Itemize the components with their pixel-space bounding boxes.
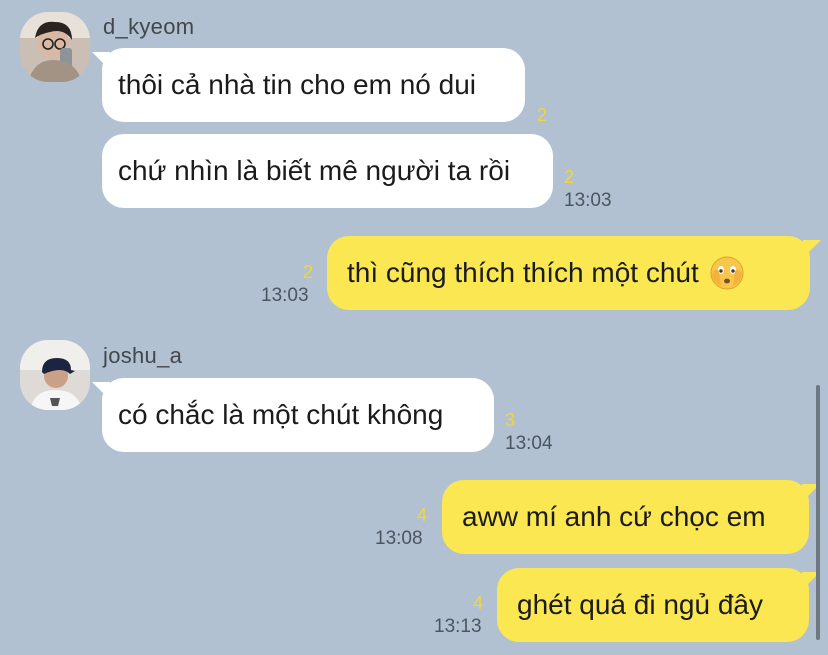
scrollbar[interactable] [816, 385, 820, 640]
shy-face-emoji [710, 256, 744, 290]
avatar-joshu-a[interactable] [20, 340, 90, 410]
message-bubble[interactable]: có chắc là một chút không [102, 378, 494, 452]
unread-count: 2 [303, 262, 314, 282]
message-text: chứ nhìn là biết mê người ta rồi [118, 155, 511, 186]
unread-count: 3 [505, 410, 516, 430]
message-text: aww mí anh cứ chọc em [462, 501, 766, 532]
message-bubble[interactable]: thôi cả nhà tin cho em nó dui [102, 48, 525, 122]
sender-name: d_kyeom [103, 14, 195, 39]
message-bubble[interactable]: aww mí anh cứ chọc em [442, 480, 809, 554]
message-text: thôi cả nhà tin cho em nó dui [118, 69, 477, 100]
message-text: thì cũng thích thích một chút [347, 257, 699, 288]
message-timestamp: 13:04 [505, 433, 553, 454]
message-bubble[interactable]: chứ nhìn là biết mê người ta rồi [102, 134, 553, 208]
message-bubble[interactable]: ghét quá đi ngủ đây [497, 568, 809, 642]
unread-count: 4 [473, 593, 484, 613]
message-text: ghét quá đi ngủ đây [517, 589, 763, 620]
unread-count: 2 [564, 167, 575, 187]
message-bubble[interactable]: thì cũng thích thích một chút [327, 236, 810, 310]
sender-name: joshu_a [103, 343, 183, 368]
message-timestamp: 13:03 [261, 285, 309, 306]
message-timestamp: 13:08 [375, 528, 423, 549]
unread-count: 4 [417, 505, 428, 525]
avatar-d-kyeom[interactable] [20, 12, 90, 82]
message-timestamp: 13:03 [564, 190, 612, 211]
message-text: có chắc là một chút không [118, 399, 444, 430]
message-timestamp: 13:13 [434, 616, 482, 637]
unread-count: 2 [537, 105, 548, 125]
